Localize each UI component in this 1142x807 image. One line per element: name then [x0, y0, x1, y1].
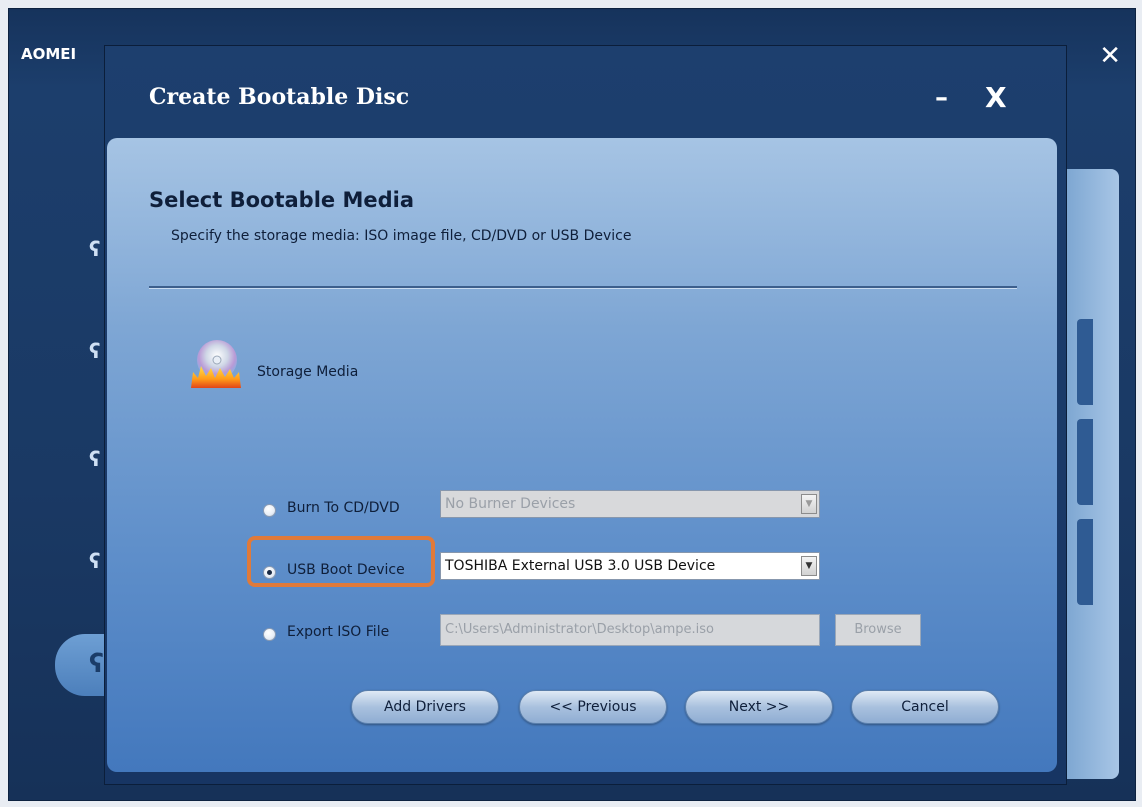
- outer-right-tab[interactable]: [1077, 519, 1093, 605]
- sidebar-active-icon: ʕ: [89, 649, 104, 679]
- export-iso-label[interactable]: Export ISO File: [287, 624, 389, 640]
- close-icon[interactable]: X: [985, 84, 1007, 112]
- iso-path-field: C:\Users\Administrator\Desktop\ampe.iso: [440, 614, 820, 646]
- outer-right-tab[interactable]: [1077, 319, 1093, 405]
- step-subtitle: Specify the storage media: ISO image fil…: [171, 228, 632, 244]
- add-drivers-button[interactable]: Add Drivers: [351, 690, 499, 724]
- outer-app-title: AOMEI: [21, 45, 77, 63]
- burning-disc-icon: [191, 340, 241, 388]
- sidebar-item-icon[interactable]: ʕ: [89, 549, 103, 573]
- outer-right-panel: [1067, 169, 1119, 779]
- burner-device-select: No Burner Devices ▼: [440, 490, 820, 518]
- storage-media-label: Storage Media: [257, 364, 359, 380]
- sidebar-item-icon[interactable]: ʕ: [89, 339, 103, 363]
- usb-boot-device-radio[interactable]: [263, 566, 276, 579]
- dialog-content-panel: Select Bootable Media Specify the storag…: [107, 138, 1057, 772]
- burn-cd-dvd-radio[interactable]: [263, 504, 276, 517]
- create-bootable-disc-dialog: Create Bootable Disc – X Select Bootable…: [104, 45, 1067, 785]
- chevron-down-icon: ▼: [801, 494, 817, 514]
- cancel-button[interactable]: Cancel: [851, 690, 999, 724]
- usb-device-select-value: TOSHIBA External USB 3.0 USB Device: [445, 558, 716, 574]
- usb-boot-device-label[interactable]: USB Boot Device: [287, 562, 405, 578]
- usb-device-select[interactable]: TOSHIBA External USB 3.0 USB Device ▼: [440, 552, 820, 580]
- outer-close-icon[interactable]: ✕: [1099, 43, 1121, 69]
- burn-cd-dvd-label[interactable]: Burn To CD/DVD: [287, 500, 400, 516]
- export-iso-radio[interactable]: [263, 628, 276, 641]
- sidebar-item-icon[interactable]: ʕ: [89, 237, 103, 261]
- chevron-down-icon[interactable]: ▼: [801, 556, 817, 576]
- next-button[interactable]: Next >>: [685, 690, 833, 724]
- sidebar-item-icon[interactable]: ʕ: [89, 447, 103, 471]
- outer-right-tab[interactable]: [1077, 419, 1093, 505]
- previous-button[interactable]: << Previous: [519, 690, 667, 724]
- divider: [149, 286, 1017, 289]
- step-title: Select Bootable Media: [149, 188, 415, 212]
- burner-device-select-value: No Burner Devices: [445, 496, 576, 512]
- minimize-icon[interactable]: –: [935, 84, 948, 112]
- browse-button: Browse: [835, 614, 921, 646]
- dialog-title: Create Bootable Disc: [149, 84, 410, 110]
